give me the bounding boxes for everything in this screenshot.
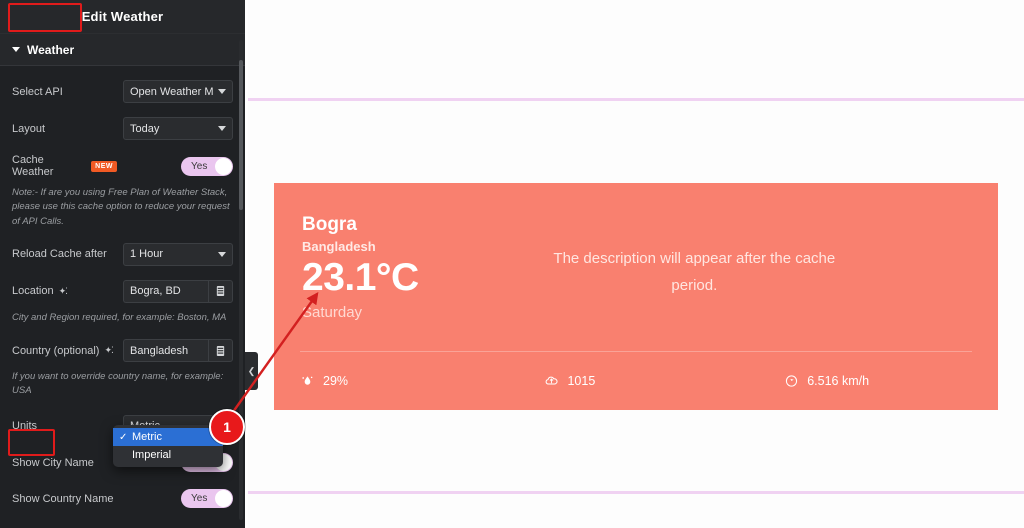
weather-city-name: Bogra (302, 214, 357, 235)
weather-temperature: 23.1°C (302, 256, 419, 300)
units-option-imperial[interactable]: Imperial (113, 446, 223, 464)
chevron-left-icon: ❮ (247, 365, 256, 376)
units-option-metric[interactable]: ✓ Metric (113, 428, 223, 446)
step-badge-1: 1 (209, 409, 245, 445)
caret-down-icon (12, 47, 20, 52)
layout-value: Today (130, 122, 160, 135)
wind-speed-icon (784, 374, 799, 389)
check-icon: ✓ (119, 431, 128, 443)
database-icon[interactable] (208, 279, 233, 303)
units-dropdown-menu[interactable]: ✓ Metric Imperial (113, 425, 223, 467)
weather-card-stats: 29% 1015 6.516 km/h (274, 352, 998, 410)
chevron-down-icon (218, 251, 226, 257)
weather-pressure-value: 1015 (567, 374, 596, 388)
country-label: Country (optional) ✦⁚ (12, 345, 117, 357)
location-note: City and Region required, for example: B… (12, 311, 227, 323)
select-api-dropdown[interactable]: Open Weather Map (123, 80, 233, 103)
section-guide-line-bottom (248, 491, 1024, 494)
toggle-knob (215, 157, 232, 175)
preview-canvas: Bogra Bangladesh 23.1°C Saturday The des… (248, 0, 1024, 528)
field-select-api: Select API Open Weather Map (12, 80, 233, 103)
sidebar-header: Edit Weather (0, 0, 245, 34)
reload-cache-value: 1 Hour (130, 248, 164, 261)
country-text: Country (optional) (12, 344, 100, 357)
field-layout: Layout Today (12, 117, 233, 140)
units-label: Units (12, 420, 38, 432)
weather-widget-card[interactable]: Bogra Bangladesh 23.1°C Saturday The des… (274, 183, 998, 410)
location-text: Location (12, 285, 54, 298)
weather-country-name: Bangladesh (302, 238, 376, 254)
chevron-down-icon (218, 126, 226, 131)
location-value: Bogra, BD (130, 285, 181, 298)
weather-card-right: The description will appear after the ca… (419, 213, 970, 351)
country-input[interactable]: Bangladesh (123, 339, 208, 362)
show-city-name-label: Show City Name (12, 456, 94, 469)
show-country-name-toggle-label: Yes (191, 493, 208, 504)
field-country: Country (optional) ✦⁚ Bangladesh (12, 339, 233, 362)
dynamic-tags-icon[interactable]: ✦⁚ (59, 286, 68, 297)
database-icon[interactable] (208, 339, 233, 362)
new-badge: NEW (91, 160, 117, 172)
cache-weather-label: Cache Weather NEW (12, 154, 117, 178)
country-note: If you want to override country name, fo… (12, 371, 224, 397)
show-country-name-toggle[interactable]: Yes (181, 489, 233, 508)
panel-collapse-handle[interactable]: ❮ (245, 352, 258, 390)
field-reload-cache: Reload Cache after 1 Hour (12, 242, 233, 266)
reload-cache-dropdown[interactable]: 1 Hour (123, 242, 233, 266)
location-label: Location ✦⁚ (12, 285, 117, 297)
select-api-value: Open Weather Map (130, 85, 214, 98)
layout-dropdown[interactable]: Today (123, 117, 233, 140)
weather-humidity-value: 29% (323, 374, 349, 388)
humidity-droplet-icon (300, 374, 315, 389)
weather-stat-humidity: 29% (300, 374, 528, 389)
cloud-pressure-icon (544, 374, 559, 389)
app-root: Bogra Bangladesh 23.1°C Saturday The des… (0, 0, 1024, 528)
units-option-imperial-label: Imperial (132, 449, 172, 461)
sidebar-scrollbar-thumb[interactable] (239, 60, 243, 210)
weather-description: The description will appear after the ca… (553, 250, 836, 294)
weather-stat-pressure: 1015 (528, 374, 766, 389)
section-guide-line-top (248, 98, 1024, 101)
accordion-weather-label: Weather (27, 42, 75, 57)
weather-stat-wind: 6.516 km/h (766, 374, 972, 389)
show-country-name-label: Show Country Name (12, 492, 114, 505)
weather-day: Saturday (302, 304, 363, 322)
dynamic-tags-icon[interactable]: ✦⁚ (104, 345, 113, 356)
location-input[interactable]: Bogra, BD (123, 279, 208, 303)
cache-weather-text: Cache Weather (12, 154, 54, 178)
select-api-label: Select API (12, 85, 63, 98)
field-cache-weather: Cache Weather NEW Yes (12, 154, 233, 178)
field-location: Location ✦⁚ Bogra, BD (12, 279, 233, 303)
accordion-weather[interactable]: Weather (0, 34, 245, 66)
units-option-metric-label: Metric (132, 431, 162, 443)
cache-weather-toggle-label: Yes (191, 160, 208, 172)
cache-weather-toggle[interactable]: Yes (181, 156, 233, 176)
country-value: Bangladesh (130, 344, 189, 357)
weather-wind-value: 6.516 km/h (807, 374, 870, 388)
toggle-knob (215, 490, 232, 507)
layout-label: Layout (12, 122, 46, 135)
weather-card-top: Bogra Bangladesh 23.1°C Saturday The des… (274, 183, 998, 351)
panel-title: Edit Weather (81, 9, 164, 24)
weather-card-left: Bogra Bangladesh 23.1°C Saturday (302, 213, 419, 351)
reload-cache-label: Reload Cache after (12, 248, 107, 261)
cache-weather-note: Note:- If are you using Free Plan of Wea… (12, 187, 230, 227)
chevron-down-icon (218, 89, 226, 94)
field-show-country-name: Show Country Name Yes (12, 488, 233, 510)
